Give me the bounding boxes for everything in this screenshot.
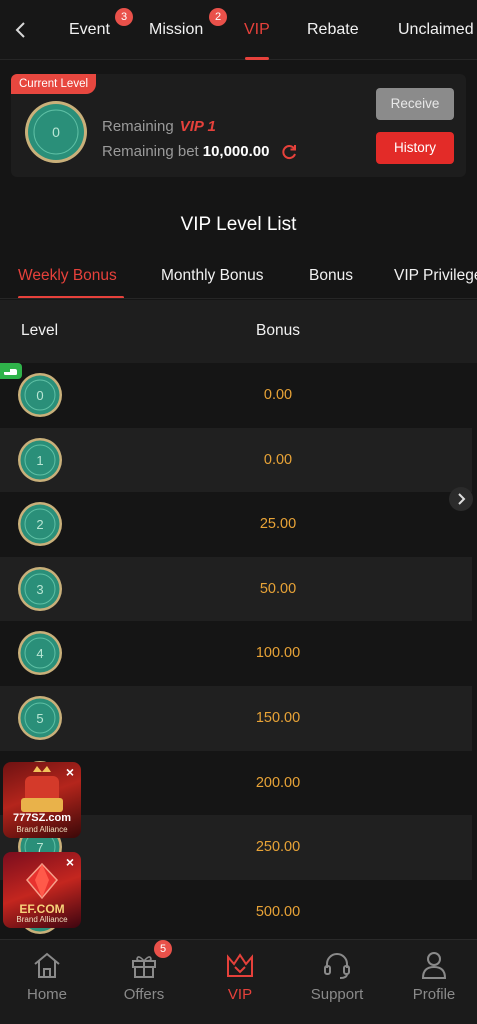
column-header-level: Level (21, 322, 59, 339)
promo-close-icon[interactable]: × (63, 765, 77, 779)
event-count-badge: 3 (115, 8, 133, 26)
tab-rebate[interactable]: Rebate (307, 21, 359, 39)
remaining-label: Remaining (102, 118, 174, 135)
bottom-nav-label: Offers (123, 986, 165, 1003)
promo-sub-text: Brand Alliance (16, 915, 68, 924)
bonus-value: 200.00 (255, 774, 301, 791)
subtab-vip-privilege[interactable]: VIP Privilege (394, 267, 477, 285)
vip-level-badge-icon: 2 (18, 502, 62, 547)
tab-mission[interactable]: Mission (149, 21, 203, 39)
bottom-nav-label: VIP (227, 986, 253, 1003)
bonus-value: 25.00 (259, 516, 297, 533)
vip-level-badge-icon: 4 (18, 631, 62, 676)
chevron-right-icon (458, 493, 466, 505)
bottom-nav-support[interactable]: Support (297, 950, 377, 1003)
table-row: 4 100.00 (0, 621, 472, 686)
current-level-hand-icon (0, 363, 22, 379)
remaining-bet-line: Remaining bet 10,000.00 (102, 143, 298, 161)
tab-event[interactable]: Event (69, 21, 110, 39)
promo-ad-ef[interactable]: × EF.COM Brand Alliance (3, 852, 81, 928)
vip-level-list-title: VIP Level List (180, 214, 297, 235)
chevron-left-icon[interactable] (10, 18, 32, 42)
current-level-card: Current Level 0 Remaining VIP 1 Remaining… (11, 74, 466, 177)
crown-icon (227, 953, 253, 977)
bottom-nav-label: Home (26, 986, 67, 1003)
remaining-vip-value: VIP 1 (179, 118, 216, 135)
level-number: 0 (36, 388, 43, 403)
table-row: 0 0.00 (0, 363, 472, 428)
top-nav: Event 3 Mission 2 VIP Rebate Unclaimed (0, 0, 477, 60)
level-number: 4 (36, 646, 43, 661)
history-button[interactable]: History (376, 132, 454, 164)
subtab-bonus[interactable]: Bonus (309, 267, 353, 285)
bonus-value: 50.00 (259, 580, 297, 597)
bottom-nav: Home Offers 5 VIP Support Profile (0, 939, 477, 1024)
table-header: Level Bonus (0, 300, 477, 363)
promo-brand-text: EF.COM (19, 902, 65, 916)
table-row: 2 25.00 (0, 492, 472, 557)
level-number: 3 (36, 582, 43, 597)
remaining-bet-value: 10,000.00 (202, 143, 270, 160)
table-row: 3 50.00 (0, 556, 472, 622)
vip-level-badge-icon: 0 (25, 101, 87, 163)
bonus-value: 150.00 (255, 709, 301, 726)
vip-level-badge-icon: 5 (18, 695, 62, 740)
home-icon (34, 952, 60, 978)
bottom-nav-label: Profile (412, 986, 456, 1003)
bonus-value: 0.00 (263, 451, 293, 468)
bottom-nav-home[interactable]: Home (7, 950, 87, 1003)
promo-close-icon[interactable]: × (63, 855, 77, 869)
level-number: 5 (36, 711, 43, 726)
tab-vip[interactable]: VIP (244, 21, 270, 39)
bonus-value: 250.00 (255, 839, 301, 856)
vip-level-badge-icon: 0 (18, 373, 62, 417)
remaining-vip-line: Remaining VIP 1 (102, 118, 216, 135)
bottom-nav-profile[interactable]: Profile (394, 950, 474, 1003)
bottom-nav-label: Support (310, 986, 364, 1003)
bottom-nav-offers[interactable]: Offers 5 (104, 940, 184, 1003)
bonus-subtabs: Weekly Bonus Monthly Bonus Bonus VIP Pri… (0, 255, 477, 299)
user-icon (421, 952, 447, 979)
subtab-weekly-bonus[interactable]: Weekly Bonus (18, 267, 117, 285)
table-row: 1 0.00 (0, 427, 472, 493)
card-badge-level: 0 (52, 124, 60, 140)
column-header-bonus: Bonus (256, 322, 300, 339)
scroll-right-button[interactable] (449, 487, 473, 511)
offers-count-badge: 5 (154, 940, 172, 958)
mission-count-badge: 2 (209, 8, 227, 26)
bonus-value: 500.00 (255, 903, 301, 920)
vip-level-badge-icon: 3 (18, 566, 62, 611)
subtab-monthly-bonus[interactable]: Monthly Bonus (161, 267, 264, 285)
refresh-icon[interactable] (280, 143, 298, 161)
bonus-value: 0.00 (263, 387, 293, 403)
level-number: 2 (36, 517, 43, 532)
active-subtab-underline (18, 296, 124, 298)
tab-unclaimed[interactable]: Unclaimed (398, 21, 474, 39)
level-number: 1 (36, 453, 43, 468)
headset-icon (324, 953, 350, 979)
current-level-tag: Current Level (11, 74, 97, 94)
promo-ad-777sz[interactable]: × 777SZ.com Brand Alliance (3, 762, 81, 838)
vip-level-badge-icon: 1 (18, 437, 62, 482)
remaining-bet-label: Remaining bet (102, 143, 199, 160)
bottom-nav-vip[interactable]: VIP (200, 950, 280, 1003)
bonus-value: 100.00 (255, 645, 301, 662)
promo-brand-text: 777SZ.com (12, 812, 72, 824)
table-row: 5 150.00 (0, 685, 472, 751)
active-tab-underline (245, 57, 269, 60)
promo-sub-text: Brand Alliance (16, 825, 68, 834)
receive-button[interactable]: Receive (376, 88, 454, 120)
